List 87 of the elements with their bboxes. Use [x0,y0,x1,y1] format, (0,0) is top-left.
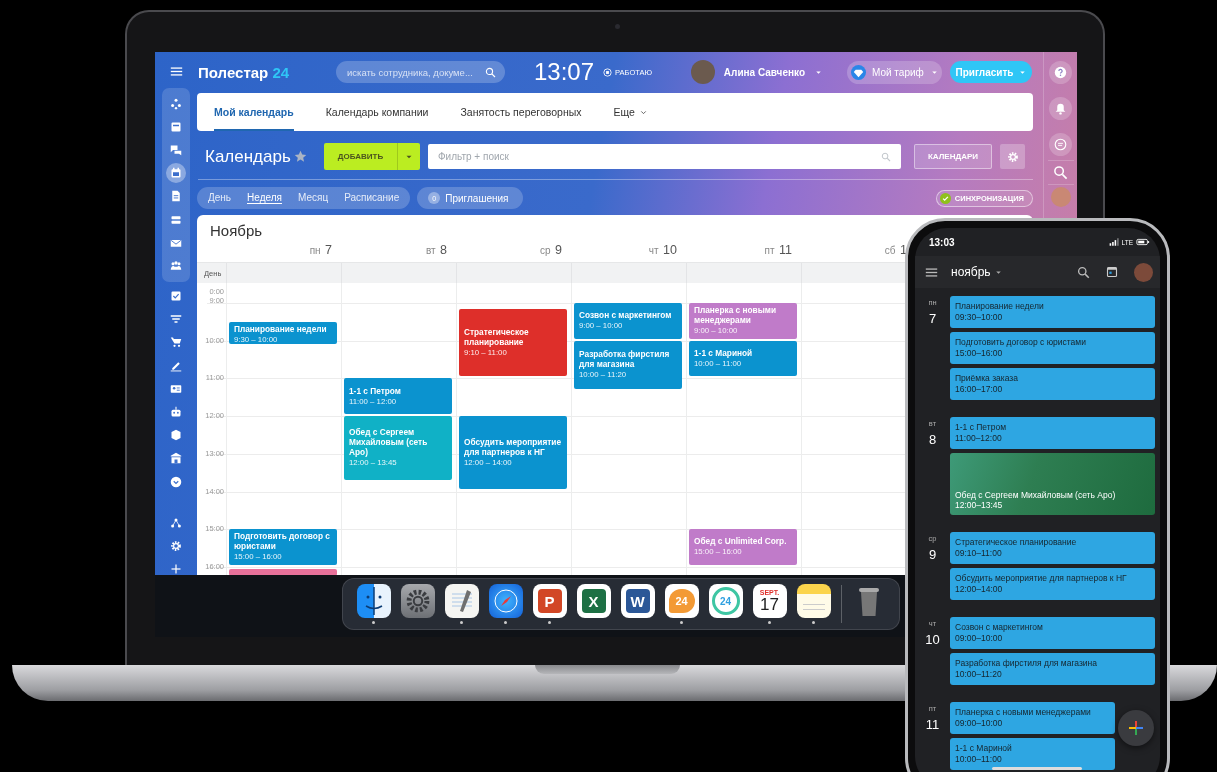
menu-icon [925,265,938,279]
event-card[interactable]: Созвон с маркетингом 09:00–10:00 [950,617,1155,649]
pen-icon [170,359,182,372]
month-title: Ноябрь [209,221,264,237]
rail-button[interactable] [1049,97,1072,120]
notepad-lines-icon [800,604,827,610]
check-icon [939,192,951,204]
day-header: ср 9 [539,242,563,259]
help-icon [1054,66,1067,79]
calendar-icon [1106,266,1118,278]
event-card[interactable]: Планерка с новыми менеджерами 09:00–10:00 [950,702,1115,734]
event-card[interactable]: Обсудить мероприятие для партнеров к НГ 12:00–14:00 [950,568,1155,600]
tab[interactable]: Календарь компании [325,93,429,131]
logo[interactable]: Полестар 24 [197,63,336,81]
dock-app[interactable] [444,584,479,618]
event-card[interactable]: Стратегическое планирование 09:10–11:00 [950,532,1155,564]
star-icon [293,150,307,163]
view-tab[interactable]: Месяц [297,192,329,204]
clock: 13:07 [534,58,595,86]
chat-icon [1054,138,1067,151]
plus-icon [1128,720,1144,736]
box-icon [170,429,182,442]
document-icon [170,190,182,203]
dock-app[interactable] [796,584,831,618]
status-time: 13:03 [929,236,955,248]
settings-icon [170,539,182,552]
checkbox-icon [170,290,182,303]
chevron-circle-icon [170,475,182,488]
month-dropdown[interactable]: ноябрь [951,265,1003,279]
funnel-icon [170,313,182,326]
robot-icon [170,406,182,419]
tab[interactable]: Занятость переговорных [460,93,582,131]
trash-icon [856,585,881,617]
day-header: пт 11 [763,242,793,259]
camera-dot [615,24,620,29]
plan-button[interactable]: Мой тариф [847,60,942,84]
day-header: пн 7 [308,242,333,259]
menu-icon [169,65,183,78]
calendar-icon [170,167,182,180]
rail-button[interactable] [1049,61,1072,84]
dots-circle-icon [170,97,182,110]
dock-app[interactable]: 24 [708,584,743,618]
people-icon [170,259,182,272]
menu-tab[interactable]: Еще [613,93,648,131]
day-header: сб 1 [883,242,908,259]
chat-icon [170,143,182,156]
search-icon [1053,164,1068,180]
sitemap-icon [170,516,182,529]
plus-icon [170,563,182,576]
view-tab[interactable]: Неделя [247,192,282,204]
drawer-icon [170,213,182,226]
view-tab[interactable]: День [208,192,232,204]
building-icon [170,452,182,465]
gear-icon [404,588,431,614]
search-icon [1077,265,1090,279]
dock-app[interactable] [488,584,523,618]
tab[interactable]: Мой календарь [214,93,294,131]
event-card[interactable]: Планирование недели 09:30–10:00 [950,296,1155,328]
search-icon [881,151,891,162]
rail-button[interactable] [1049,133,1072,156]
event-card[interactable]: Разработка фирстиля для магазина 10:00–11:20 [950,653,1155,685]
search-icon [485,66,496,78]
cart-icon [170,336,182,349]
event-card[interactable]: Подготовить договор с юристами 15:00–16:00 [950,332,1155,364]
signal-icon [1108,237,1119,247]
event-card[interactable]: Приёмка заказа 16:00–17:00 [950,368,1155,400]
event-card[interactable]: Обед с Сергеем Михайловым (сеть Аро) 12:00–13:45 [950,453,1155,515]
calendars-button[interactable]: КАЛЕНДАРИ [914,144,992,169]
contact-card-icon [170,382,182,395]
add-button[interactable]: ДОБАВИТЬ [324,143,420,170]
view-tab[interactable]: Расписание [344,192,400,204]
event-block[interactable] [229,568,337,576]
page-title: Календарь [205,146,291,167]
compass-icon [492,588,519,614]
settings-icon [1006,150,1019,163]
filter-field[interactable]: Фильтр + поиск [428,144,901,169]
event-card[interactable]: 1-1 с Мариной 10:00–11:00 [950,738,1115,770]
user-name[interactable]: Алина Савченко [723,66,805,78]
dock-app[interactable] [356,584,391,618]
newspaper-icon [170,120,182,133]
stop-circle-icon [603,67,613,77]
bell-icon [1054,102,1067,115]
day-header: чт 10 [647,242,678,259]
event-card[interactable]: 1-1 с Петром 11:00–12:00 [950,417,1155,449]
day-header: вт 8 [424,242,448,259]
dock-app[interactable] [400,584,435,618]
sidebar-item[interactable] [166,163,186,184]
